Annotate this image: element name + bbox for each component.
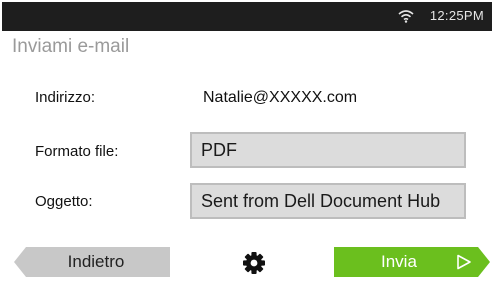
gear-icon[interactable] — [241, 250, 267, 276]
send-button-label: Invia — [381, 252, 417, 271]
back-button-label: Indietro — [67, 252, 125, 271]
send-button[interactable]: Invia — [334, 247, 490, 277]
format-field[interactable]: PDF — [190, 132, 466, 168]
status-time: 12:25PM — [429, 8, 484, 23]
subject-field[interactable]: Sent from Dell Document Hub — [190, 183, 466, 219]
subject-label: Oggetto: — [35, 193, 93, 210]
address-label: Indirizzo: — [35, 89, 96, 106]
back-button[interactable]: Indietro — [14, 247, 170, 277]
wifi-icon — [398, 10, 414, 23]
page-title: Inviami e-mail — [12, 36, 130, 57]
format-label: Formato file: — [35, 143, 119, 160]
status-bar: 12:25PM — [2, 2, 492, 31]
play-outline-icon — [457, 254, 471, 270]
address-value: Natalie@XXXXX.com — [203, 89, 358, 106]
